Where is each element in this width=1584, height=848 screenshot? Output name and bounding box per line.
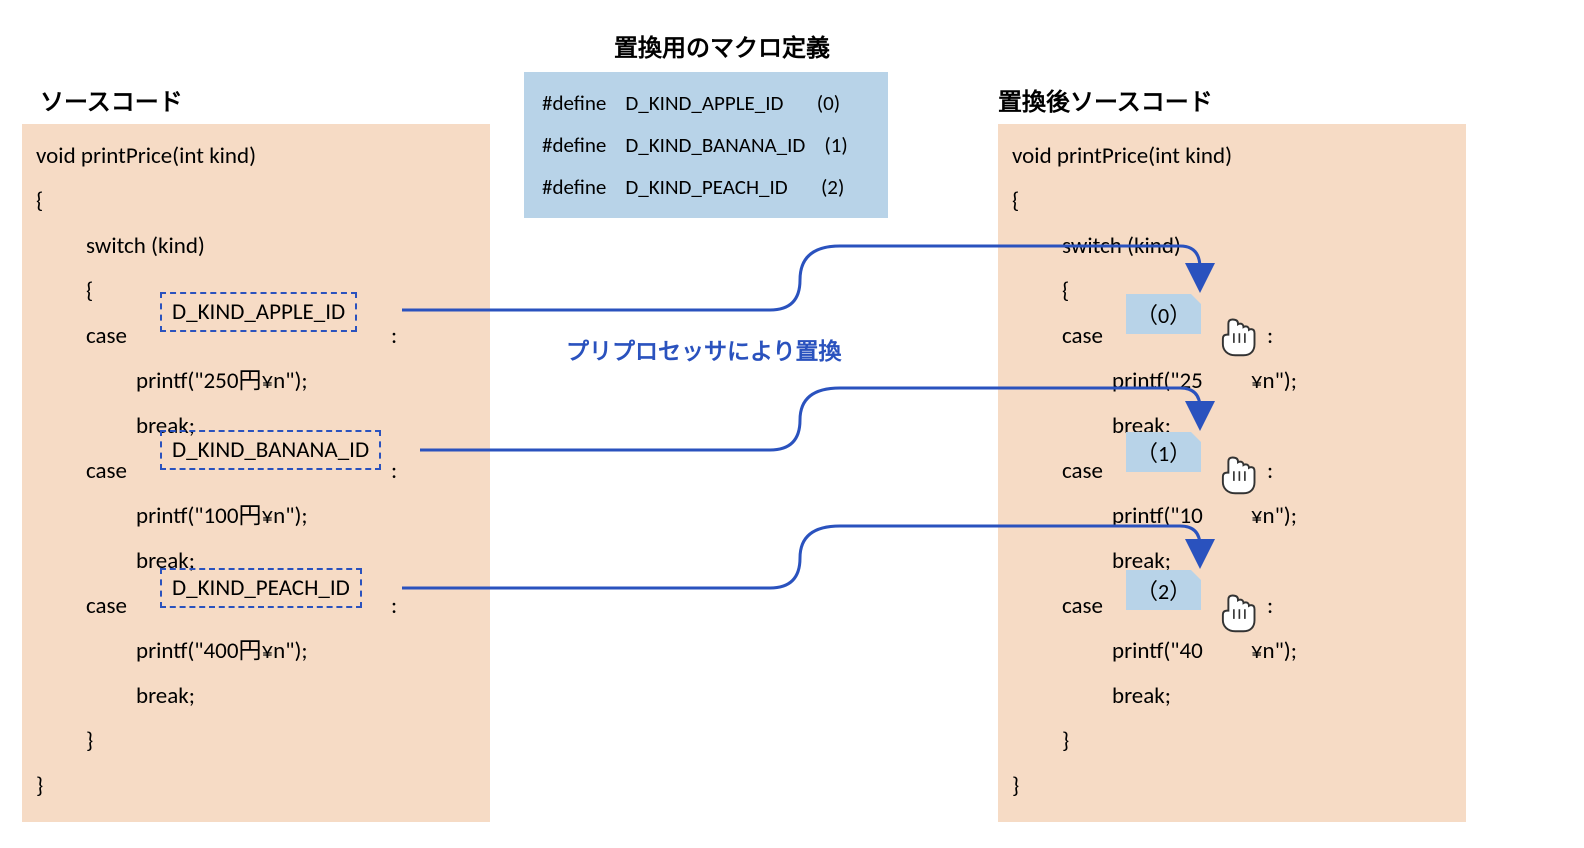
code-line: case:: [1012, 584, 1452, 629]
define-row: #define D_KIND_PEACH_ID (2): [542, 166, 870, 208]
code-line: break;: [1012, 404, 1452, 449]
code-line: {: [36, 179, 476, 224]
code-line: case:: [1012, 449, 1452, 494]
macro-highlight: D_KIND_BANANA_ID: [160, 430, 381, 470]
define-row: #define D_KIND_BANANA_ID (1): [542, 124, 870, 166]
code-line: {: [1012, 179, 1452, 224]
source-box: void printPrice(int kind) { switch (kind…: [22, 124, 490, 822]
title-source: ソースコード: [40, 82, 183, 117]
macro-highlight: D_KIND_APPLE_ID: [160, 292, 357, 332]
code-line: printf("25¥n");: [1012, 359, 1452, 404]
code-line: }: [1012, 719, 1452, 764]
code-line: case:: [1012, 314, 1452, 359]
code-line: {: [1012, 269, 1452, 314]
replaced-value: （1）: [1126, 432, 1201, 472]
define-box: #define D_KIND_APPLE_ID (0) #define D_KI…: [524, 72, 888, 218]
code-line: switch (kind): [1012, 224, 1452, 269]
replacement-note: プリプロセッサにより置換: [566, 332, 842, 366]
replaced-value: （2）: [1126, 570, 1201, 610]
code-line: break;: [1012, 674, 1452, 719]
code-line: printf("10¥n");: [1012, 494, 1452, 539]
code-line: }: [36, 719, 476, 764]
title-defines: 置換用のマクロ定義: [614, 28, 830, 63]
code-line: }: [1012, 764, 1452, 809]
code-line: printf("40¥n");: [1012, 629, 1452, 674]
define-row: #define D_KIND_APPLE_ID (0): [542, 82, 870, 124]
code-line: printf("250円¥n");: [36, 359, 476, 404]
code-line: }: [36, 764, 476, 809]
result-box: void printPrice(int kind) { switch (kind…: [998, 124, 1466, 822]
code-line: switch (kind): [36, 224, 476, 269]
code-line: void printPrice(int kind): [36, 134, 476, 179]
code-line: printf("100円¥n");: [36, 494, 476, 539]
macro-highlight: D_KIND_PEACH_ID: [160, 568, 362, 608]
replaced-value: （0）: [1126, 294, 1201, 334]
code-line: break;: [36, 674, 476, 719]
code-line: printf("400円¥n");: [36, 629, 476, 674]
code-line: break;: [1012, 539, 1452, 584]
code-line: void printPrice(int kind): [1012, 134, 1452, 179]
title-result: 置換後ソースコード: [998, 82, 1213, 117]
